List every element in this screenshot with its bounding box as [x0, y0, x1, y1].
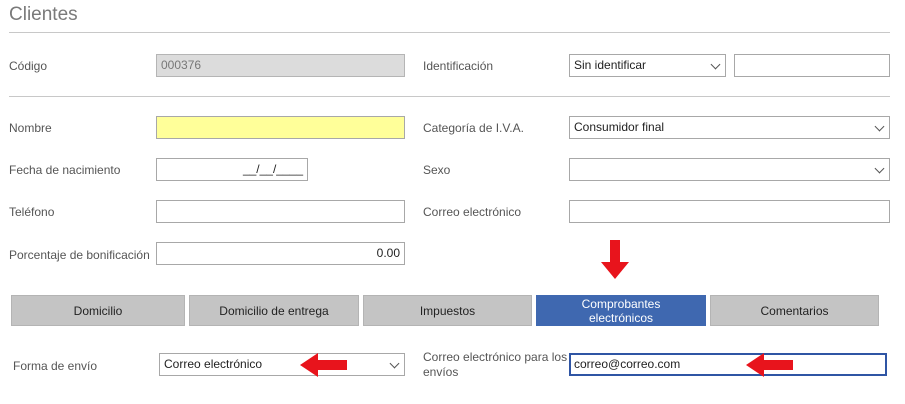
nombre-field[interactable] [156, 116, 405, 139]
forma-envio-select[interactable]: Correo electrónico [159, 353, 405, 376]
chevron-down-icon [389, 358, 400, 369]
tab-comentarios[interactable]: Comentarios [710, 295, 879, 326]
chevron-down-icon [874, 163, 885, 174]
chevron-down-icon [874, 121, 885, 132]
correo-field[interactable] [569, 200, 890, 223]
forma-envio-selected: Correo electrónico [164, 357, 263, 371]
identificacion-label: Identificación [423, 59, 494, 73]
categoria-iva-label: Categoría de I.V.A. [423, 121, 524, 135]
fecha-nacimiento-label: Fecha de nacimiento [9, 163, 121, 177]
sexo-label: Sexo [423, 163, 451, 177]
telefono-label: Teléfono [9, 205, 55, 219]
red-arrow-icon [300, 353, 348, 377]
categoria-iva-selected: Consumidor final [574, 120, 665, 134]
tab-comprobantes-label: Comprobantes electrónicos [581, 296, 661, 325]
tab-domicilio[interactable]: Domicilio [11, 295, 185, 326]
nombre-label: Nombre [9, 121, 52, 135]
correo-envios-label: Correo electrónico para los envíos [423, 350, 568, 379]
correo-envios-field[interactable]: correo@correo.com [569, 353, 887, 376]
forma-envio-label: Forma de envío [13, 359, 98, 373]
telefono-field[interactable] [156, 200, 405, 223]
identificacion-select[interactable]: Sin identificar [569, 54, 726, 77]
red-arrow-icon [746, 353, 794, 377]
red-arrow-icon [600, 240, 630, 280]
title-divider [9, 32, 890, 33]
chevron-down-icon [710, 59, 721, 70]
fecha-nacimiento-field[interactable]: __/__/____ [156, 158, 308, 181]
identificacion-selected: Sin identificar [574, 58, 647, 72]
sexo-select[interactable] [569, 158, 890, 181]
tab-impuestos[interactable]: Impuestos [363, 295, 532, 326]
tab-domicilio-entrega[interactable]: Domicilio de entrega [189, 295, 359, 326]
bonificacion-field[interactable]: 0.00 [156, 242, 405, 265]
categoria-iva-select[interactable]: Consumidor final [569, 116, 890, 139]
identificacion-number-field[interactable] [734, 54, 890, 77]
codigo-field: 000376 [156, 54, 405, 77]
tab-comprobantes-electronicos[interactable]: Comprobantes electrónicos [536, 295, 706, 326]
section-divider [9, 96, 890, 97]
bonificacion-label: Porcentaje de bonificación [9, 248, 150, 262]
correo-label: Correo electrónico [423, 205, 522, 219]
codigo-label: Código [9, 59, 48, 73]
page-title: Clientes [9, 4, 78, 25]
